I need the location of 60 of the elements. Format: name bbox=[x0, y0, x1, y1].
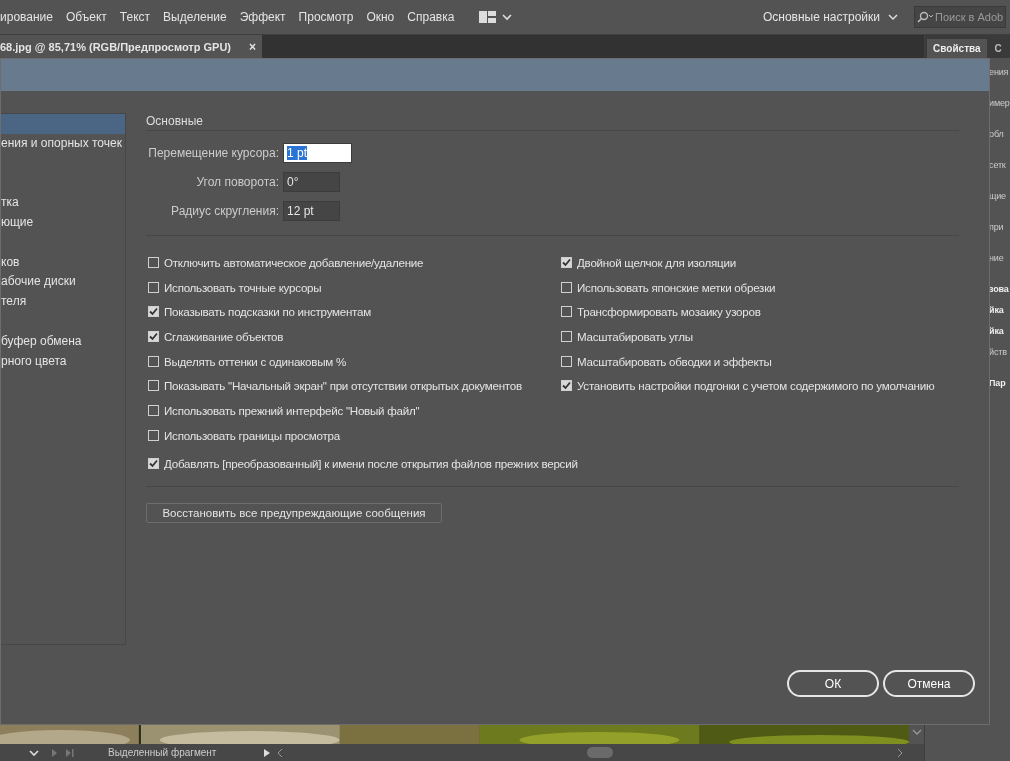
checkbox-label: Масштабировать углы bbox=[577, 329, 693, 343]
panel-label: йка bbox=[989, 304, 1004, 317]
category-item[interactable]: абочие диски bbox=[1, 272, 125, 293]
category-item[interactable]: теля bbox=[1, 292, 125, 312]
checkbox-label: Двойной щелчок для изоляции bbox=[577, 255, 736, 269]
menu-item[interactable]: Объект bbox=[65, 10, 107, 24]
checkbox-label: Выделять оттенки с одинаковым % bbox=[164, 354, 346, 368]
panel-label: имер bbox=[989, 97, 1010, 110]
menu-item[interactable]: Окно bbox=[366, 10, 395, 24]
panel-label: зова bbox=[989, 283, 1009, 296]
panel-label: йка bbox=[989, 325, 1004, 338]
close-icon[interactable]: × bbox=[249, 39, 256, 54]
checkbox-label: Показывать подсказки по инструментам bbox=[164, 305, 371, 319]
category-item[interactable]: буфер обмена bbox=[1, 331, 125, 352]
panel-tab[interactable]: С bbox=[988, 39, 1008, 58]
input-field[interactable]: 1 pt bbox=[283, 143, 352, 163]
input-field[interactable]: 0° bbox=[283, 172, 340, 192]
checkbox-label: Показывать "Начальный экран" при отсутствии открытых документов bbox=[164, 379, 522, 393]
panel-label: ения bbox=[989, 66, 1009, 79]
ok-button[interactable]: ОК bbox=[787, 670, 879, 697]
menu-item[interactable]: Просмотр bbox=[298, 10, 354, 24]
selection-status: Выделенный фрагмент bbox=[108, 747, 218, 758]
menu-item[interactable]: Эффект bbox=[239, 10, 286, 24]
category-item[interactable]: ков bbox=[1, 252, 125, 273]
document-tab[interactable]: 68.jpg @ 85,71% (RGB/Предпросмотр GPU) × bbox=[0, 35, 262, 58]
cancel-button[interactable]: Отмена bbox=[883, 670, 975, 697]
checkbox-label: Масштабировать обводки и эффекты bbox=[577, 354, 772, 368]
menu-item[interactable]: Текст bbox=[119, 10, 151, 24]
checkbox-label: Установить настройки подгонки с учетом содержимого по умолчанию bbox=[577, 379, 935, 393]
section-title: Основные bbox=[146, 114, 959, 131]
checkbox-label: Использовать точные курсоры bbox=[164, 280, 322, 294]
panel-label: обл bbox=[989, 128, 1004, 141]
workspace-dropdown[interactable]: Основные настройки bbox=[758, 10, 902, 24]
panel-label: щие bbox=[989, 190, 1006, 203]
menu-item[interactable]: ирование bbox=[0, 10, 53, 24]
panel-label: при bbox=[989, 221, 1004, 234]
checkbox-label: Сглаживание объектов bbox=[164, 329, 284, 343]
category-item[interactable]: ющие bbox=[1, 213, 125, 233]
category-item[interactable]: ения и опорных точек bbox=[1, 133, 125, 154]
search-field[interactable]: Поиск в Adob bbox=[914, 6, 1006, 28]
field-label: Угол поворота: bbox=[195, 175, 279, 189]
panel-label: йств bbox=[989, 346, 1007, 359]
panel-label: Пар bbox=[989, 377, 1006, 390]
panel-tab[interactable]: Свойства bbox=[927, 39, 987, 58]
field-label: Радиус скругления: bbox=[170, 204, 279, 218]
menu-item[interactable]: Справка bbox=[407, 10, 455, 24]
panel-label: ние bbox=[989, 252, 1004, 265]
input-field[interactable]: 12 pt bbox=[283, 201, 340, 221]
checkbox-label: Использовать прежний интерфейс "Новый файл" bbox=[164, 403, 420, 417]
field-label: Перемещение курсора: bbox=[147, 146, 279, 160]
checkbox-label: Использовать японские метки обрезки bbox=[577, 280, 776, 294]
checkbox-label: Трансформировать мозаику узоров bbox=[577, 305, 761, 319]
category-item[interactable]: тка bbox=[1, 193, 125, 213]
category-item[interactable]: рного цвета bbox=[1, 351, 125, 372]
reset-warnings-button[interactable]: Восстановить все предупреждающие сообщения bbox=[146, 503, 442, 524]
checkbox-label: Использовать границы просмотра bbox=[164, 428, 340, 442]
menu-item[interactable]: Выделение bbox=[163, 10, 227, 24]
checkbox-label: Отключить автоматическое добавление/удаление bbox=[164, 255, 424, 269]
checkbox-label: Добавлять [преобразованный] к имени после открытия файлов прежних версий bbox=[164, 457, 578, 471]
panel-label: сетк bbox=[989, 159, 1006, 172]
